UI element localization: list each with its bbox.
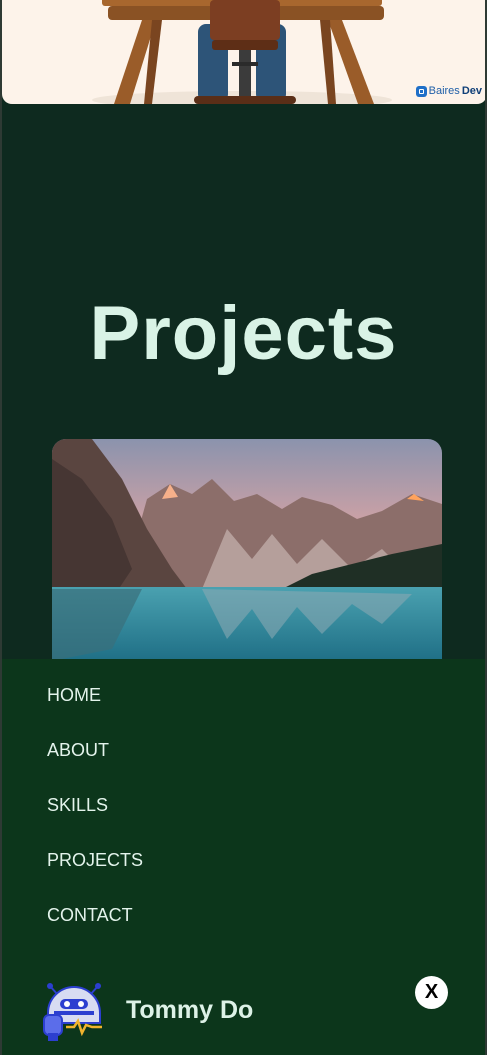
bairesdev-logo-icon	[415, 85, 427, 97]
close-icon: X	[424, 981, 439, 1003]
nav-item-about: ABOUT	[47, 740, 143, 795]
mobile-nav-drawer: HOME ABOUT SKILLS PROJECTS CONTACT Tommy…	[2, 659, 485, 1055]
section-title: Projects	[89, 291, 398, 376]
nav-item-skills: SKILLS	[47, 795, 143, 850]
project-card-image[interactable]	[52, 439, 442, 661]
nav-link-home[interactable]: HOME	[47, 685, 101, 705]
close-button[interactable]: X	[415, 976, 448, 1009]
brand-name-part2: Dev	[461, 85, 482, 97]
brand-name: Tommy Do	[126, 995, 254, 1024]
hero-illustration: Baires Dev	[2, 0, 487, 104]
brand-name-part1: Baires	[428, 85, 460, 97]
robot-icon	[43, 983, 102, 1041]
nav-link-contact[interactable]: CONTACT	[47, 905, 133, 925]
nav-link-skills[interactable]: SKILLS	[47, 795, 108, 815]
bairesdev-logo: Baires Dev	[415, 85, 482, 97]
footer-brand[interactable]: Tommy Do	[40, 977, 253, 1043]
nav-item-projects: PROJECTS	[47, 850, 143, 905]
nav-link-about[interactable]: ABOUT	[47, 740, 109, 760]
nav-item-contact: CONTACT	[47, 905, 143, 960]
mountain-lake-image	[52, 439, 442, 661]
desk-illustration	[92, 0, 392, 104]
nav-list: HOME ABOUT SKILLS PROJECTS CONTACT	[47, 685, 143, 960]
nav-link-projects[interactable]: PROJECTS	[47, 850, 143, 870]
nav-item-home: HOME	[47, 685, 143, 740]
